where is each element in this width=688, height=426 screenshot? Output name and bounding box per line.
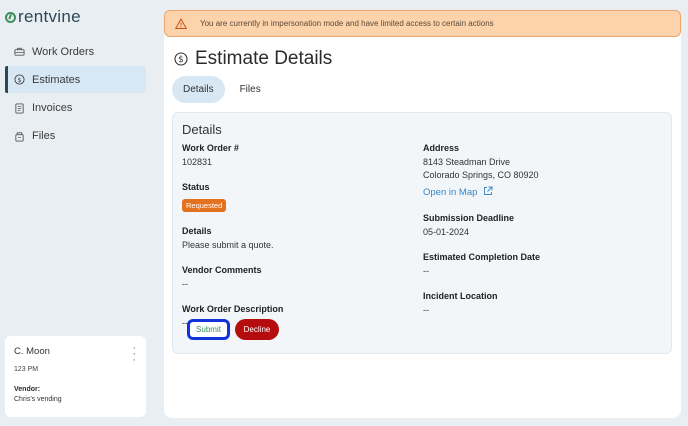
main-panel: You are currently in impersonation mode … — [164, 10, 681, 418]
external-link-icon — [483, 186, 493, 199]
logo-icon — [5, 11, 16, 23]
vendor-comments-label: Vendor Comments — [182, 265, 262, 275]
sidebar-item-invoices[interactable]: Invoices — [5, 95, 146, 122]
sidebar-item-label: Estimates — [32, 73, 81, 86]
description-label: Work Order Description — [182, 304, 284, 314]
user-card: C. Moon · · · 123 PM Vendor: Chris's vendi… — [5, 336, 146, 417]
invoice-icon — [14, 103, 25, 114]
sidebar-item-label: Invoices — [32, 102, 73, 115]
completion-label: Estimated Completion Date — [423, 252, 541, 262]
status-badge: Requested — [182, 199, 227, 212]
address-label: Address — [423, 143, 460, 153]
page-header: $ Estimate Details — [174, 48, 332, 70]
details-label: Details — [182, 226, 212, 236]
vendor-name: Chris's vending — [14, 396, 62, 403]
logo-text: rentvine — [18, 7, 81, 26]
address-field: Address 8143 Steadman Drive Colorado Spr… — [423, 143, 540, 200]
svg-text:$: $ — [178, 55, 183, 65]
details-value: Please submit a quote. — [182, 240, 274, 250]
page-title: Estimate Details — [195, 48, 333, 69]
deadline-field: Submission Deadline 05-01-2024 — [423, 213, 540, 239]
details-heading: Details — [182, 122, 222, 137]
toolbox-icon — [14, 46, 25, 57]
details-left-column: Work Order # 102831 Status Requested Det… — [182, 143, 283, 343]
work-order-value: 102831 — [182, 157, 213, 167]
user-time: 123 PM — [14, 366, 39, 373]
status-field: Status Requested — [182, 182, 283, 213]
vendor-label: Vendor: — [14, 386, 41, 393]
incident-field: Incident Location -- — [423, 291, 540, 317]
sidebar: rentvine Work Orders $ Estimates Invoice… — [0, 0, 156, 426]
vendor-comments-field: Vendor Comments -- — [182, 265, 283, 291]
sidebar-item-work-orders[interactable]: Work Orders — [5, 38, 146, 65]
tab-files[interactable]: Files — [229, 76, 272, 103]
warning-icon — [174, 17, 188, 30]
files-icon — [14, 131, 25, 142]
completion-field: Estimated Completion Date -- — [423, 252, 540, 278]
status-label: Status — [182, 182, 210, 192]
details-card: Details Work Order # 102831 Status Reque… — [172, 112, 672, 354]
banner-text: You are currently in impersonation mode … — [200, 19, 494, 28]
action-buttons: Submit Decline — [187, 319, 279, 340]
tab-bar: Details Files — [172, 76, 272, 103]
sidebar-item-label: Files — [32, 130, 56, 143]
details-field: Details Please submit a quote. — [182, 226, 283, 252]
dollar-circle-icon: $ — [174, 52, 188, 66]
work-order-label: Work Order # — [182, 143, 239, 153]
rentvine-logo[interactable]: rentvine — [5, 7, 81, 27]
decline-button[interactable]: Decline — [235, 319, 279, 340]
work-order-field: Work Order # 102831 — [182, 143, 283, 169]
more-vertical-icon[interactable]: · · · — [132, 343, 136, 366]
svg-text:$: $ — [17, 76, 21, 84]
submit-button[interactable]: Submit — [187, 319, 230, 340]
incident-value: -- — [423, 305, 429, 315]
deadline-label: Submission Deadline — [423, 213, 515, 223]
vendor-comments-value: -- — [182, 279, 188, 289]
sidebar-item-label: Work Orders — [32, 45, 95, 58]
sidebar-item-estimates[interactable]: $ Estimates — [5, 66, 146, 94]
open-in-map-link[interactable]: Open in Map — [423, 186, 493, 199]
completion-value: -- — [423, 266, 429, 276]
dollar-circle-icon: $ — [14, 74, 25, 85]
address-line2: Colorado Springs, CO 80920 — [423, 170, 539, 180]
user-name: C. Moon — [14, 346, 50, 357]
tab-details[interactable]: Details — [172, 76, 225, 103]
map-link-label: Open in Map — [423, 187, 478, 198]
deadline-value: 05-01-2024 — [423, 227, 470, 237]
address-line1: 8143 Steadman Drive — [423, 157, 511, 167]
incident-label: Incident Location — [423, 291, 498, 301]
details-right-column: Address 8143 Steadman Drive Colorado Spr… — [423, 143, 540, 330]
sidebar-nav: Work Orders $ Estimates Invoices Files — [5, 38, 146, 151]
impersonation-banner: You are currently in impersonation mode … — [164, 10, 681, 37]
sidebar-item-files[interactable]: Files — [5, 123, 146, 150]
